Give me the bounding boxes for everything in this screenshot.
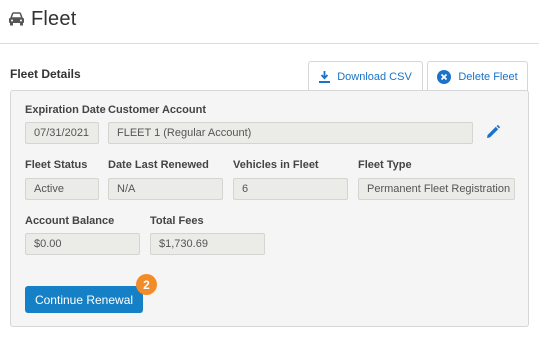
step-badge: 2	[136, 274, 157, 295]
date-last-renewed-label: Date Last Renewed	[108, 159, 209, 171]
delete-fleet-button[interactable]: Delete Fleet	[427, 61, 528, 91]
fleet-status-field: Active	[25, 178, 99, 200]
customer-account-label: Customer Account	[108, 104, 206, 116]
fleet-status-label: Fleet Status	[25, 159, 88, 171]
expiration-date-field: 07/31/2021	[25, 122, 99, 144]
total-fees-field: $1,730.69	[150, 233, 265, 255]
page-header: Fleet	[8, 5, 76, 33]
car-icon	[9, 12, 24, 26]
delete-fleet-label: Delete Fleet	[458, 70, 518, 83]
date-last-renewed-field: N/A	[108, 178, 223, 200]
account-balance-label: Account Balance	[25, 215, 115, 227]
page-title: Fleet	[31, 7, 77, 30]
continue-renewal-button[interactable]: Continue Renewal	[25, 286, 143, 313]
customer-account-field: FLEET 1 (Regular Account)	[108, 122, 473, 144]
account-balance-field: $0.00	[25, 233, 140, 255]
download-csv-label: Download CSV	[337, 70, 412, 83]
edit-pencil-icon[interactable]	[486, 125, 500, 139]
header-divider	[0, 43, 539, 44]
total-fees-label: Total Fees	[150, 215, 204, 227]
download-csv-button[interactable]: Download CSV	[308, 61, 423, 91]
download-icon	[319, 70, 331, 83]
vehicles-in-fleet-field: 6	[233, 178, 348, 200]
fleet-type-field: Permanent Fleet Registration	[358, 178, 515, 200]
vehicles-in-fleet-label: Vehicles in Fleet	[233, 159, 319, 171]
expiration-date-label: Expiration Date	[25, 104, 106, 116]
fleet-type-label: Fleet Type	[358, 159, 412, 171]
close-circle-icon	[437, 69, 452, 84]
section-title: Fleet Details	[10, 67, 81, 81]
